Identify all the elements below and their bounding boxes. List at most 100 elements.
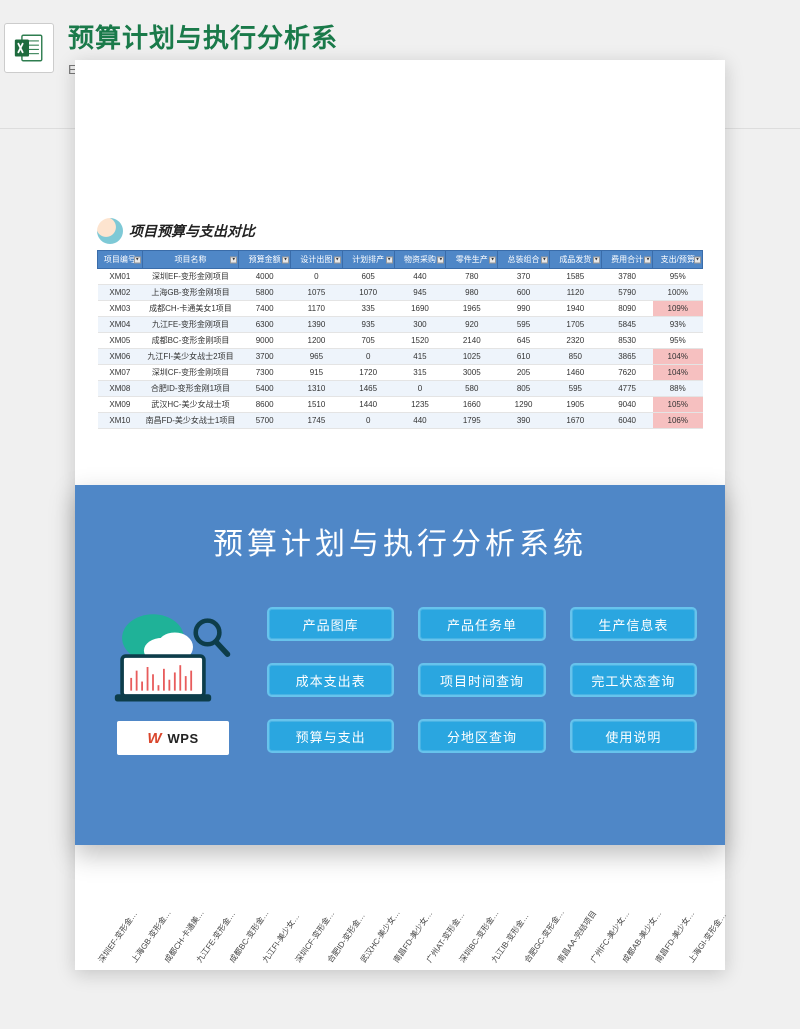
cell-value: 1585 xyxy=(549,269,601,285)
filter-dropdown-icon[interactable]: ▾ xyxy=(282,256,289,263)
cell-value: 0 xyxy=(342,413,394,429)
filter-dropdown-icon[interactable]: ▾ xyxy=(134,256,141,263)
cell-value: 9040 xyxy=(601,397,653,413)
cell-name: 合肥ID-变形金刚1项目 xyxy=(142,381,239,397)
wps-badge: W WPS xyxy=(117,721,229,755)
system-menu-card: 预算计划与执行分析系统 xyxy=(75,485,725,845)
column-header[interactable]: 支出/预算▾ xyxy=(653,251,703,269)
cell-code: XM01 xyxy=(98,269,143,285)
cell-value: 1660 xyxy=(446,397,498,413)
table-row: XM02上海GB-变形金刚项目5800107510709459806001120… xyxy=(98,285,703,301)
cell-value: 605 xyxy=(342,269,394,285)
cell-code: XM04 xyxy=(98,317,143,333)
cell-code: XM06 xyxy=(98,349,143,365)
cell-value: 1440 xyxy=(342,397,394,413)
cell-value: 9000 xyxy=(239,333,291,349)
cell-value: 595 xyxy=(498,317,550,333)
column-label: 物资采购 xyxy=(404,255,436,264)
cell-value: 205 xyxy=(498,365,550,381)
cell-value: 315 xyxy=(394,365,446,381)
cell-value: 1120 xyxy=(549,285,601,301)
table-row: XM05成都BC-变形金刚项目9000120070515202140645232… xyxy=(98,333,703,349)
cell-ratio: 105% xyxy=(653,397,703,413)
cell-code: XM03 xyxy=(98,301,143,317)
filter-dropdown-icon[interactable]: ▾ xyxy=(541,256,548,263)
cell-value: 8530 xyxy=(601,333,653,349)
sheet-title: 项目预算与支出对比 xyxy=(129,221,255,241)
cell-value: 6300 xyxy=(239,317,291,333)
cell-value: 945 xyxy=(394,285,446,301)
cell-value: 3865 xyxy=(601,349,653,365)
nav-button[interactable]: 完工状态查询 xyxy=(570,663,697,697)
template-title: 预算计划与执行分析系 xyxy=(68,18,338,55)
nav-button[interactable]: 成本支出表 xyxy=(267,663,394,697)
cell-value: 415 xyxy=(394,349,446,365)
column-header[interactable]: 成品发货▾ xyxy=(549,251,601,269)
cell-ratio: 100% xyxy=(653,285,703,301)
column-header[interactable]: 项目名称▾ xyxy=(142,251,239,269)
document-page: 项目预算与支出对比 项目编号▾项目名称▾预算金额▾设计出图▾计划排产▾物资采购▾… xyxy=(75,60,725,970)
cell-code: XM05 xyxy=(98,333,143,349)
column-header[interactable]: 费用合计▾ xyxy=(601,251,653,269)
cell-value: 1720 xyxy=(342,365,394,381)
filter-dropdown-icon[interactable]: ▾ xyxy=(334,256,341,263)
cell-value: 850 xyxy=(549,349,601,365)
filter-dropdown-icon[interactable]: ▾ xyxy=(644,256,651,263)
laptop-cloud-icon xyxy=(108,607,238,707)
filter-dropdown-icon[interactable]: ▾ xyxy=(386,256,393,263)
filter-dropdown-icon[interactable]: ▾ xyxy=(437,256,444,263)
cell-value: 920 xyxy=(446,317,498,333)
cell-name: 成都CH-卡通美女1项目 xyxy=(142,301,239,317)
cell-value: 1465 xyxy=(342,381,394,397)
cell-code: XM10 xyxy=(98,413,143,429)
filter-dropdown-icon[interactable]: ▾ xyxy=(489,256,496,263)
column-header[interactable]: 物资采购▾ xyxy=(394,251,446,269)
filter-dropdown-icon[interactable]: ▾ xyxy=(230,256,237,263)
cell-value: 2320 xyxy=(549,333,601,349)
cell-value: 610 xyxy=(498,349,550,365)
cell-value: 5700 xyxy=(239,413,291,429)
table-row: XM01深圳EF-变形金刚项目4000060544078037015853780… xyxy=(98,269,703,285)
nav-button[interactable]: 使用说明 xyxy=(570,719,697,753)
column-header[interactable]: 总装组合▾ xyxy=(498,251,550,269)
cell-name: 深圳EF-变形金刚项目 xyxy=(142,269,239,285)
cell-value: 915 xyxy=(291,365,343,381)
cell-value: 6040 xyxy=(601,413,653,429)
cell-value: 1025 xyxy=(446,349,498,365)
cell-value: 1690 xyxy=(394,301,446,317)
avatar-icon xyxy=(97,218,123,244)
nav-button[interactable]: 预算与支出 xyxy=(267,719,394,753)
nav-button[interactable]: 生产信息表 xyxy=(570,607,697,641)
cell-value: 1745 xyxy=(291,413,343,429)
cell-value: 595 xyxy=(549,381,601,397)
cell-value: 8600 xyxy=(239,397,291,413)
column-label: 费用合计 xyxy=(611,255,643,264)
column-header[interactable]: 零件生产▾ xyxy=(446,251,498,269)
column-header[interactable]: 预算金额▾ xyxy=(239,251,291,269)
cell-value: 0 xyxy=(291,269,343,285)
nav-button[interactable]: 分地区查询 xyxy=(418,719,545,753)
cell-value: 4000 xyxy=(239,269,291,285)
cell-ratio: 95% xyxy=(653,333,703,349)
nav-button[interactable]: 产品任务单 xyxy=(418,607,545,641)
nav-button[interactable]: 项目时间查询 xyxy=(418,663,545,697)
cell-value: 1290 xyxy=(498,397,550,413)
cell-ratio: 104% xyxy=(653,349,703,365)
column-header[interactable]: 计划排产▾ xyxy=(342,251,394,269)
table-row: XM03成都CH-卡通美女1项目740011703351690196599019… xyxy=(98,301,703,317)
cell-code: XM02 xyxy=(98,285,143,301)
nav-button[interactable]: 产品图库 xyxy=(267,607,394,641)
cell-ratio: 104% xyxy=(653,365,703,381)
cell-value: 705 xyxy=(342,333,394,349)
cell-value: 7300 xyxy=(239,365,291,381)
cell-value: 980 xyxy=(446,285,498,301)
filter-dropdown-icon[interactable]: ▾ xyxy=(593,256,600,263)
cell-value: 1940 xyxy=(549,301,601,317)
cell-name: 深圳CF-变形金刚项目 xyxy=(142,365,239,381)
cell-name: 武汉HC-美少女战士项 xyxy=(142,397,239,413)
cell-value: 1235 xyxy=(394,397,446,413)
filter-dropdown-icon[interactable]: ▾ xyxy=(694,256,701,263)
column-header[interactable]: 项目编号▾ xyxy=(98,251,143,269)
cell-value: 440 xyxy=(394,269,446,285)
column-header[interactable]: 设计出图▾ xyxy=(291,251,343,269)
